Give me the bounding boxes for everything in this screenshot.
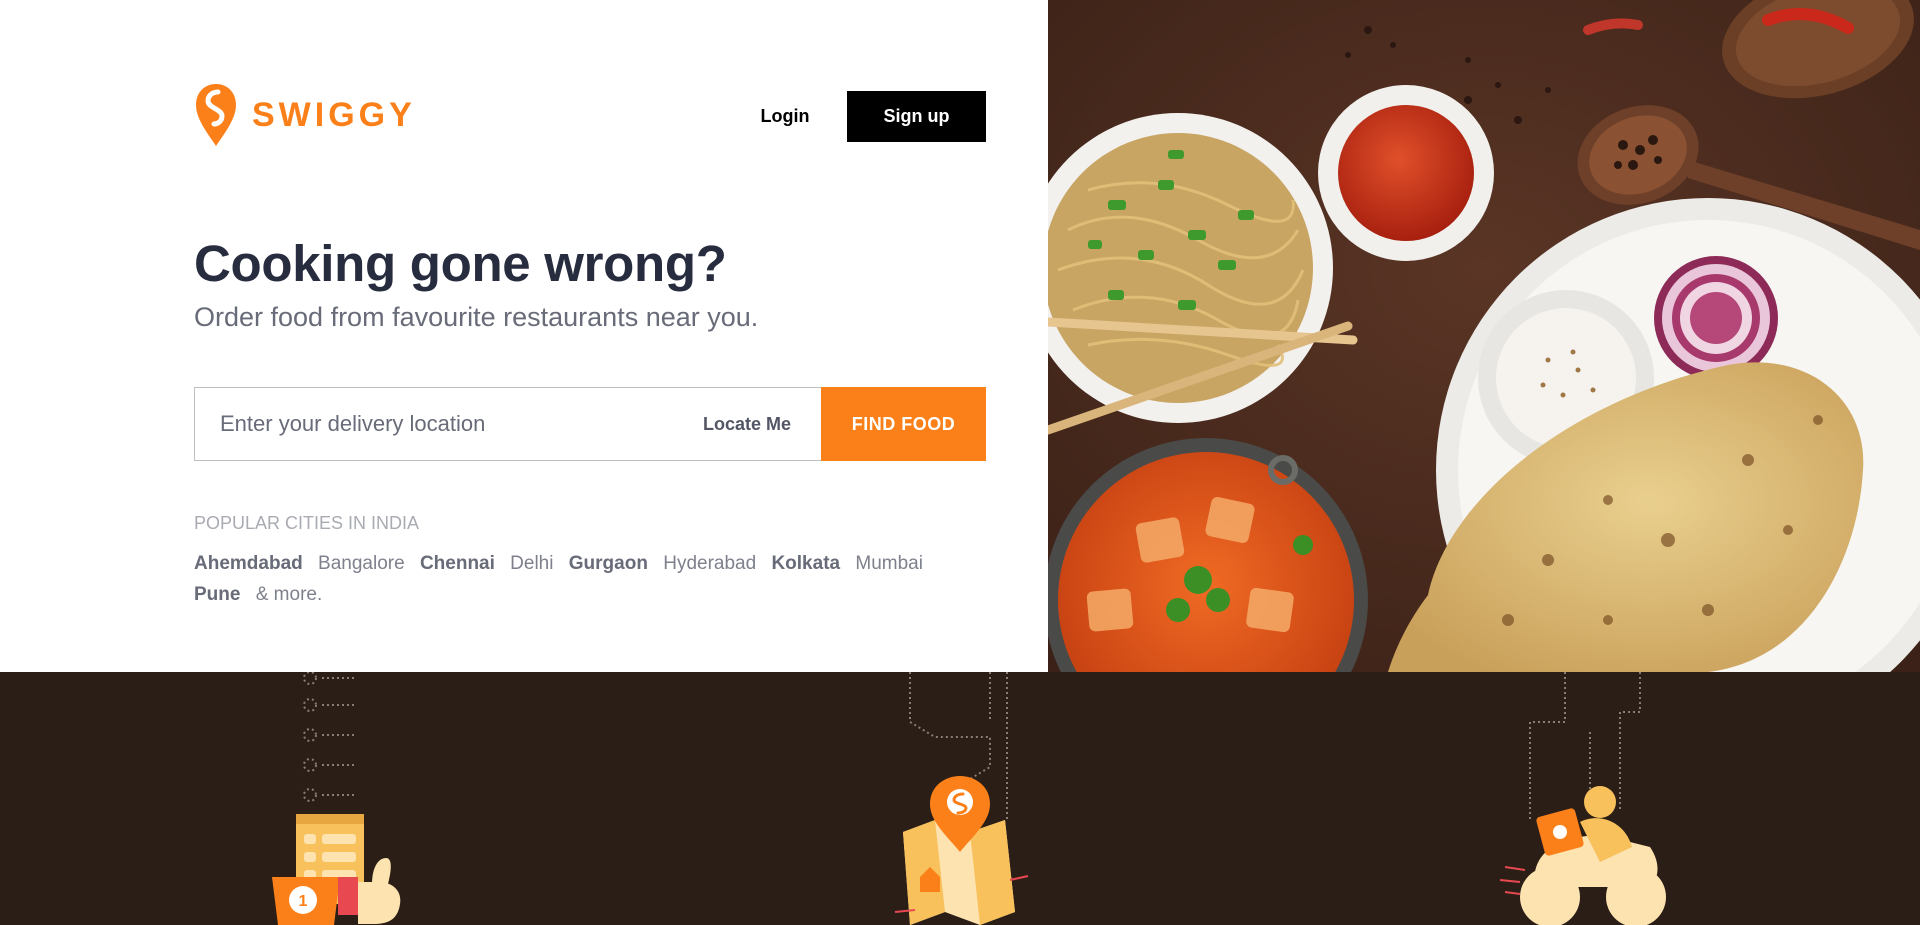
swiggy-logo[interactable]: SWIGGY (194, 82, 416, 148)
more-cities-text[interactable]: & more. (256, 579, 323, 610)
how-it-works-illustrations: 1 (272, 672, 1666, 925)
page-title: Cooking gone wrong? (194, 235, 727, 292)
city-link-kolkata[interactable]: Kolkata (771, 548, 840, 579)
signup-button[interactable]: Sign up (847, 91, 986, 142)
popular-cities-list: Ahemdabad Bangalore Chennai Delhi Gurgao… (194, 548, 934, 610)
location-search-form: Locate Me FIND FOOD (194, 387, 986, 461)
city-link-ahemdabad[interactable]: Ahemdabad (194, 548, 303, 579)
map-location-pin-icon (894, 776, 1029, 925)
login-button[interactable]: Login (740, 98, 830, 134)
swiggy-pin-logo-icon (194, 82, 238, 148)
how-it-works-band: 1 (0, 672, 1920, 925)
city-link-delhi[interactable]: Delhi (510, 548, 553, 579)
delivery-scooter-icon (1499, 786, 1666, 925)
city-link-pune[interactable]: Pune (194, 579, 240, 610)
city-link-bangalore[interactable]: Bangalore (318, 548, 405, 579)
brand-name: SWIGGY (252, 95, 416, 134)
city-link-gurgaon[interactable]: Gurgaon (569, 548, 648, 579)
svg-text:1: 1 (299, 893, 308, 910)
find-food-button[interactable]: FIND FOOD (821, 387, 986, 461)
location-search-box: Locate Me (194, 387, 821, 461)
food-spread-illustration (1048, 0, 1920, 672)
popular-cities-title: POPULAR CITIES IN INDIA (194, 513, 420, 533)
city-link-mumbai[interactable]: Mumbai (855, 548, 923, 579)
order-clipboard-thumbs-up-icon: 1 (272, 814, 401, 925)
page-subtitle: Order food from favourite restaurants ne… (194, 302, 759, 332)
delivery-location-input[interactable] (195, 388, 675, 460)
hero-section: SWIGGY Login Sign up Cooking gone wrong?… (0, 0, 1048, 672)
city-link-chennai[interactable]: Chennai (420, 548, 495, 579)
city-link-hyderabad[interactable]: Hyderabad (663, 548, 756, 579)
hero-food-image (1048, 0, 1920, 672)
locate-me-button[interactable]: Locate Me (703, 388, 791, 460)
